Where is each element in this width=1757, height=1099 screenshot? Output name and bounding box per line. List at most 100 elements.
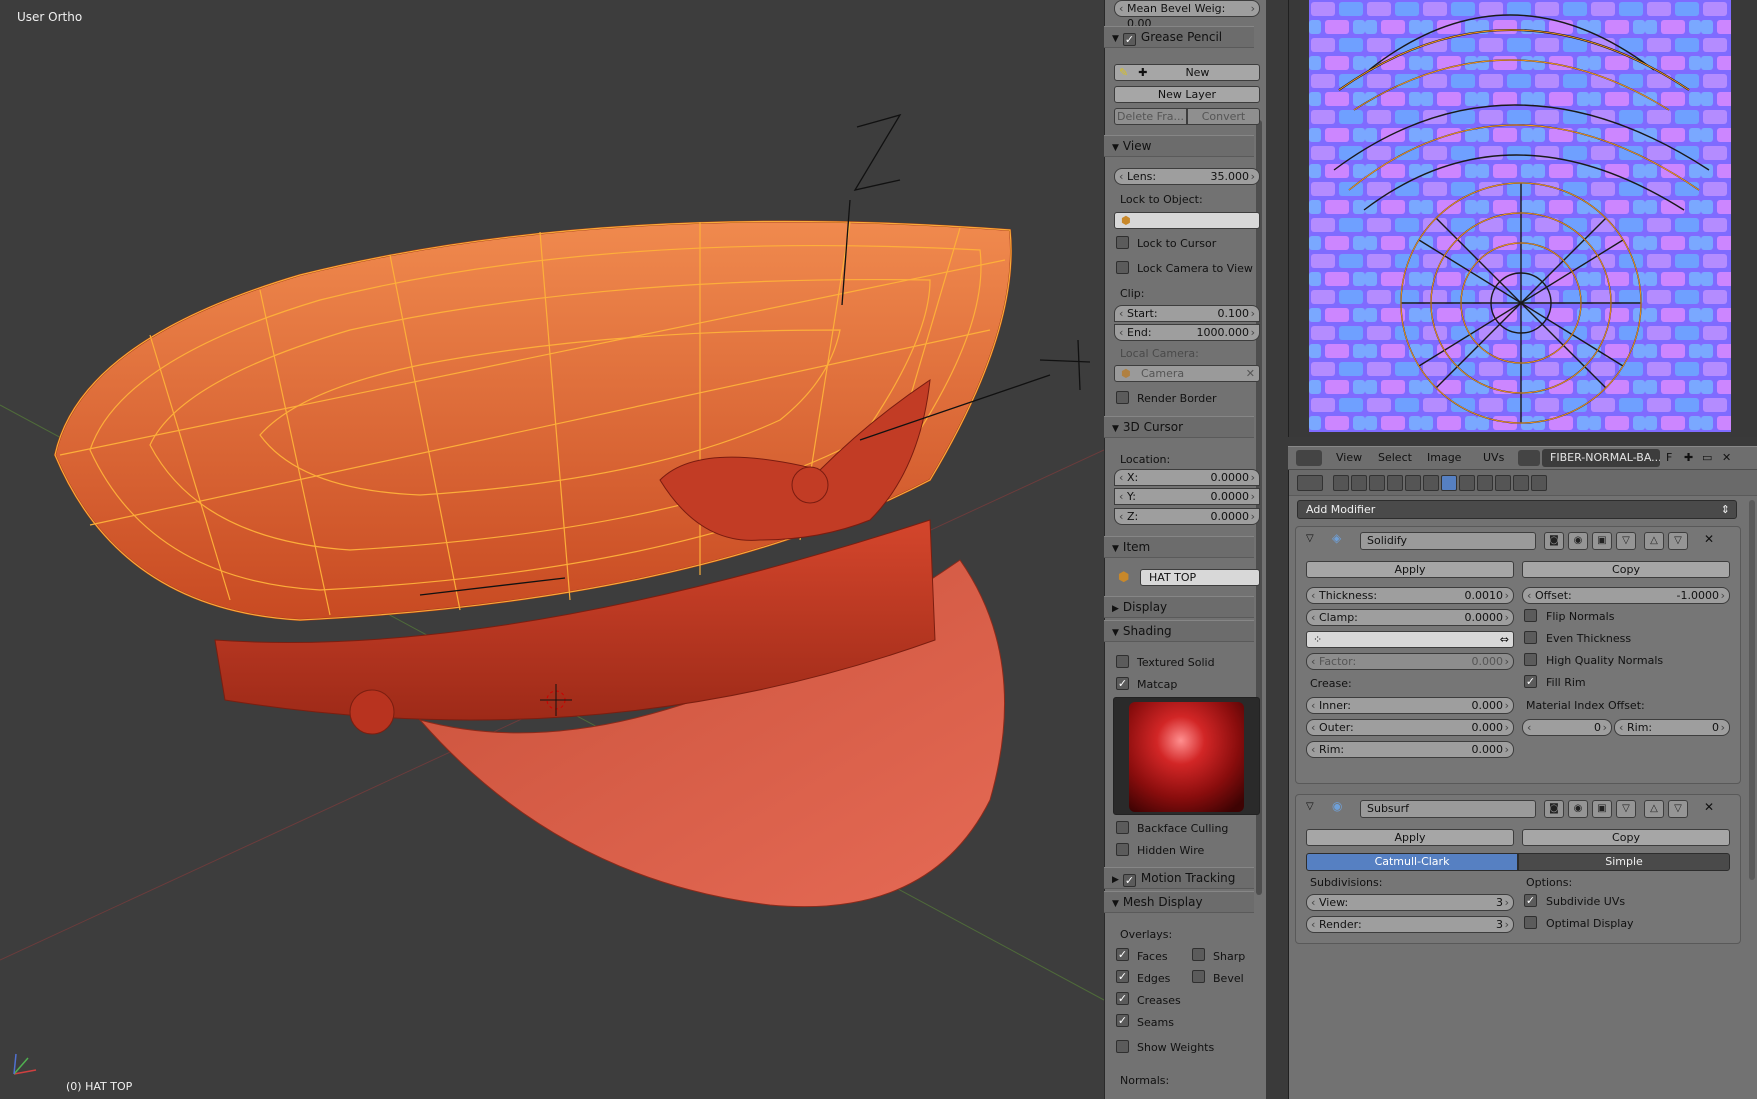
collapse-triangle-icon[interactable]: ▽ xyxy=(1306,533,1314,544)
image-name-field[interactable]: FIBER-NORMAL-BA... xyxy=(1542,449,1660,467)
move-up-icon[interactable]: △ xyxy=(1644,532,1664,550)
uvs-menu[interactable]: UVs xyxy=(1483,451,1504,464)
cursor-x-field[interactable]: X: 0.0000 xyxy=(1114,469,1260,486)
clamp-field[interactable]: Clamp: 0.0000 xyxy=(1306,609,1514,626)
unlink-image-icon[interactable]: ✕ xyxy=(1722,451,1731,464)
particles-tab-icon[interactable] xyxy=(1513,475,1529,491)
creases-checkbox[interactable]: ✓ xyxy=(1116,992,1129,1005)
crease-rim-field[interactable]: Rim: 0.000 xyxy=(1306,741,1514,758)
seams-checkbox[interactable]: ✓ xyxy=(1116,1014,1129,1027)
mesh-display-section-header[interactable]: ▼ Mesh Display xyxy=(1104,891,1254,913)
material-offset-field[interactable]: 0 xyxy=(1522,719,1612,736)
clear-x-icon[interactable]: ✕ xyxy=(1246,366,1255,381)
matcap-checkbox[interactable]: ✓ xyxy=(1116,677,1129,690)
optimal-display-checkbox[interactable] xyxy=(1524,916,1537,929)
fill-rim-checkbox[interactable]: ✓ xyxy=(1524,675,1537,688)
high-quality-normals-checkbox[interactable] xyxy=(1524,653,1537,666)
viewport-eye-icon[interactable]: ◉ xyxy=(1568,532,1588,550)
subsurf-name-field[interactable]: Subsurf xyxy=(1360,800,1536,818)
factor-field[interactable]: Factor: 0.000 xyxy=(1306,653,1514,670)
move-up-icon[interactable]: △ xyxy=(1644,800,1664,818)
show-weights-checkbox[interactable] xyxy=(1116,1040,1129,1053)
vertex-group-field[interactable]: ⁘ ⇔ xyxy=(1306,631,1514,648)
render-border-checkbox[interactable] xyxy=(1116,391,1129,404)
render-tab-icon[interactable] xyxy=(1333,475,1349,491)
scene-tab-icon[interactable] xyxy=(1369,475,1385,491)
lock-camera-to-view-checkbox[interactable] xyxy=(1116,261,1129,274)
subsurf-copy-button[interactable]: Copy xyxy=(1522,829,1730,846)
subsurf-apply-button[interactable]: Apply xyxy=(1306,829,1514,846)
hat-model-scene[interactable] xyxy=(0,0,1104,1099)
bevel-checkbox[interactable] xyxy=(1192,970,1205,983)
material-rim-field[interactable]: Rim: 0 xyxy=(1614,719,1730,736)
image-menu[interactable]: Image xyxy=(1427,451,1461,464)
solidify-apply-button[interactable]: Apply xyxy=(1306,561,1514,578)
view-section-header[interactable]: ▼ View xyxy=(1104,135,1254,157)
data-tab-icon[interactable] xyxy=(1459,475,1475,491)
3d-cursor-section-header[interactable]: ▼ 3D Cursor xyxy=(1104,416,1254,438)
lens-field[interactable]: Lens: 35.000 xyxy=(1114,168,1260,185)
physics-tab-icon[interactable] xyxy=(1531,475,1547,491)
viewport-eye-icon[interactable]: ◉ xyxy=(1568,800,1588,818)
uv-image-editor[interactable] xyxy=(1288,0,1757,437)
cage-icon[interactable]: ▽ xyxy=(1616,800,1636,818)
offset-field[interactable]: Offset: -1.0000 xyxy=(1522,587,1730,604)
properties-scrollbar[interactable] xyxy=(1749,500,1755,880)
motion-tracking-section-header[interactable]: ▶ ✓ Motion Tracking xyxy=(1104,867,1254,889)
render-camera-icon[interactable]: ◙ xyxy=(1544,532,1564,550)
constraints-tab-icon[interactable] xyxy=(1423,475,1439,491)
grease-pencil-header[interactable]: ▼ ✓ Grease Pencil xyxy=(1104,26,1254,48)
object-tab-icon[interactable] xyxy=(1405,475,1421,491)
editmode-icon[interactable]: ▣ xyxy=(1592,532,1612,550)
item-section-header[interactable]: ▼ Item xyxy=(1104,536,1254,558)
simple-toggle[interactable]: Simple xyxy=(1518,853,1730,871)
render-camera-icon[interactable]: ◙ xyxy=(1544,800,1564,818)
clip-end-field[interactable]: End: 1000.000 xyxy=(1114,324,1260,341)
editor-type-icon[interactable] xyxy=(1296,450,1322,466)
hidden-wire-checkbox[interactable] xyxy=(1116,843,1129,856)
editmode-icon[interactable]: ▣ xyxy=(1592,800,1612,818)
display-section-header[interactable]: ▶ Display xyxy=(1104,596,1254,618)
uv-layout-canvas[interactable] xyxy=(1309,0,1749,437)
motion-tracking-toggle[interactable]: ✓ xyxy=(1122,874,1136,887)
crease-inner-field[interactable]: Inner: 0.000 xyxy=(1306,697,1514,714)
editor-type-icon[interactable] xyxy=(1297,475,1323,491)
3d-viewport[interactable]: User Ortho (0) HAT TOP xyxy=(0,0,1104,1099)
edges-checkbox[interactable]: ✓ xyxy=(1116,970,1129,983)
matcap-preview[interactable] xyxy=(1113,697,1260,815)
new-layer-button[interactable]: New Layer xyxy=(1114,86,1260,103)
view-menu[interactable]: View xyxy=(1336,451,1362,464)
even-thickness-checkbox[interactable] xyxy=(1524,631,1537,644)
mean-bevel-weight-field[interactable]: Mean Bevel Weig: 0.00 xyxy=(1114,0,1260,30)
remove-modifier-icon[interactable]: ✕ xyxy=(1704,532,1714,546)
subdiv-view-field[interactable]: View: 3 xyxy=(1306,894,1514,911)
solidify-name-field[interactable]: Solidify xyxy=(1360,532,1536,550)
delete-frame-button[interactable]: Delete Fra... xyxy=(1114,108,1187,125)
cage-icon[interactable]: ▽ xyxy=(1616,532,1636,550)
new-image-icon[interactable]: ✚ xyxy=(1684,451,1693,464)
clip-start-field[interactable]: Start: 0.100 xyxy=(1114,305,1260,322)
texture-tab-icon[interactable] xyxy=(1495,475,1511,491)
crease-outer-field[interactable]: Outer: 0.000 xyxy=(1306,719,1514,736)
modifiers-wrench-icon[interactable] xyxy=(1441,475,1457,491)
invert-arrows-icon[interactable]: ⇔ xyxy=(1500,632,1509,647)
lock-to-cursor-checkbox[interactable] xyxy=(1116,236,1129,249)
lock-object-field[interactable]: ⬢ xyxy=(1114,212,1260,229)
cursor-z-field[interactable]: Z: 0.0000 xyxy=(1114,508,1260,525)
faces-checkbox[interactable]: ✓ xyxy=(1116,948,1129,961)
shading-section-header[interactable]: ▼ Shading xyxy=(1104,620,1254,642)
sharp-checkbox[interactable] xyxy=(1192,948,1205,961)
grease-pencil-toggle[interactable]: ✓ xyxy=(1122,33,1136,46)
catmull-clark-toggle[interactable]: Catmull-Clark xyxy=(1306,853,1518,871)
image-browse-icon[interactable] xyxy=(1518,450,1540,466)
open-image-icon[interactable]: ▭ xyxy=(1702,451,1712,464)
layers-tab-icon[interactable] xyxy=(1351,475,1367,491)
collapse-triangle-icon[interactable]: ▽ xyxy=(1306,801,1314,812)
object-name-field[interactable]: HAT TOP xyxy=(1140,569,1260,586)
move-down-icon[interactable]: ▽ xyxy=(1668,532,1688,550)
cursor-y-field[interactable]: Y: 0.0000 xyxy=(1114,488,1260,505)
subdivide-uvs-checkbox[interactable]: ✓ xyxy=(1524,894,1537,907)
select-menu[interactable]: Select xyxy=(1378,451,1412,464)
textured-solid-checkbox[interactable] xyxy=(1116,655,1129,668)
fake-user-button[interactable]: F xyxy=(1666,451,1672,464)
